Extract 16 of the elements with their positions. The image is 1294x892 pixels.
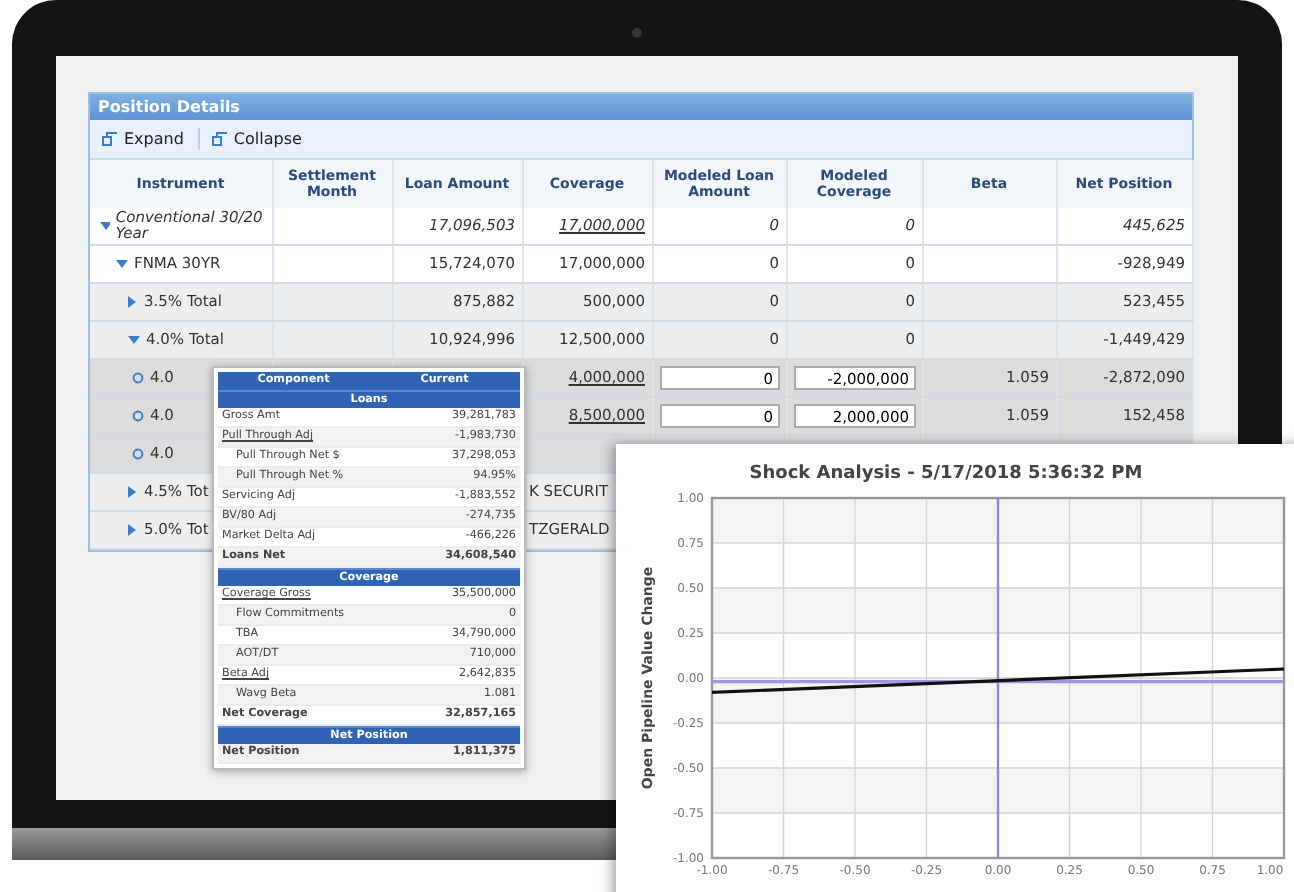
chart-title: Shock Analysis - 5/17/2018 5:36:32 PM <box>747 462 1145 488</box>
expand-arrow-icon[interactable] <box>128 296 138 308</box>
collapse-arrow-icon[interactable] <box>100 221 110 231</box>
tree-icon <box>102 132 118 146</box>
circle-icon <box>132 410 144 422</box>
toolbar-button[interactable]: Collapse <box>197 128 306 150</box>
collapse-arrow-icon[interactable] <box>128 335 140 345</box>
circle-icon <box>132 448 144 460</box>
expand-arrow-icon[interactable] <box>128 486 138 498</box>
toolbar-button[interactable]: Expand <box>98 128 188 150</box>
camera-icon <box>632 28 642 38</box>
expand-arrow-icon[interactable] <box>128 524 138 536</box>
collapse-arrow-icon[interactable] <box>116 259 128 269</box>
circle-icon <box>132 372 144 384</box>
tree-icon <box>211 132 228 146</box>
panel-title: Position Details <box>90 94 1192 120</box>
